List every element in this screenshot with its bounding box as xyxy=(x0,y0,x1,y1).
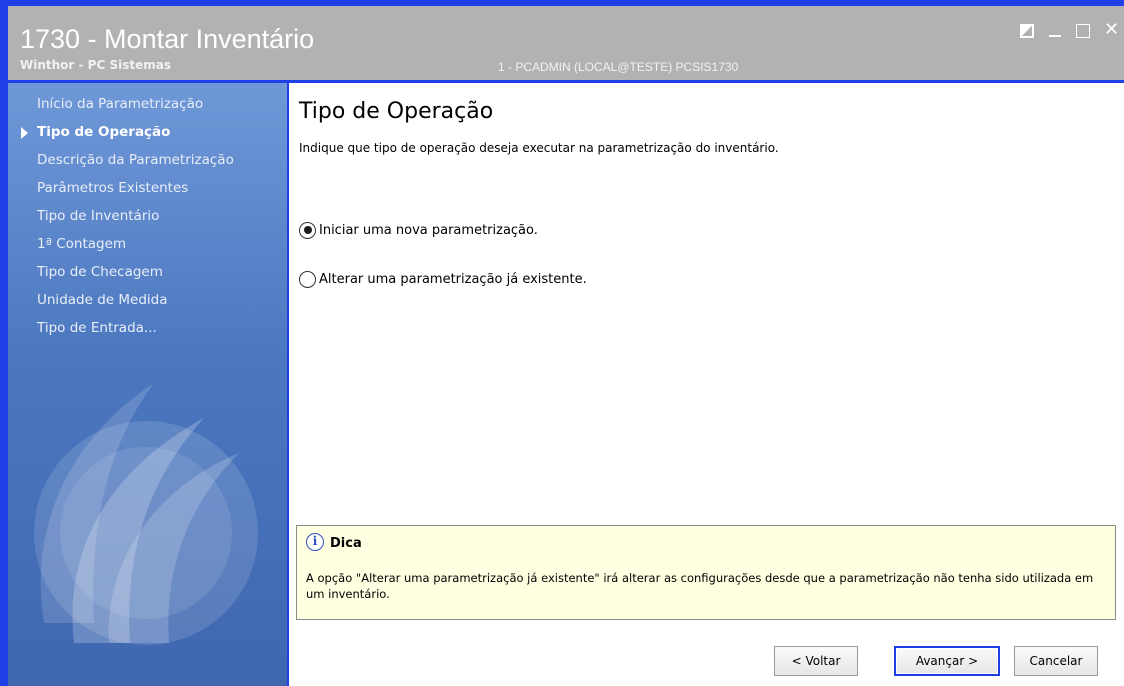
option-label: Alterar uma parametrização já existente. xyxy=(319,271,587,287)
window-subtitle: Winthor - PC Sistemas xyxy=(20,58,171,72)
minimize-icon[interactable] xyxy=(1048,24,1062,38)
wizard-content-panel: Tipo de Operação Indique que tipo de ope… xyxy=(289,83,1124,686)
radio-unselected-icon[interactable] xyxy=(299,270,316,288)
tip-box: i Dica A opção "Alterar uma parametrizaç… xyxy=(296,525,1116,620)
pc-sistemas-logo-watermark xyxy=(34,383,258,645)
step-label: 1ª Contagem xyxy=(37,236,127,252)
step-unidade-medida[interactable]: Unidade de Medida xyxy=(8,290,287,318)
restore-icon[interactable] xyxy=(1020,24,1034,38)
step-tipo-entrada[interactable]: Tipo de Entrada... xyxy=(8,318,287,346)
step-label: Descrição da Parametrização xyxy=(37,152,234,168)
step-label: Tipo de Checagem xyxy=(37,264,163,280)
back-button[interactable]: < Voltar xyxy=(774,646,858,676)
step-label: Tipo de Entrada... xyxy=(37,320,157,336)
next-button[interactable]: Avançar > xyxy=(894,646,1000,676)
step-label: Parâmetros Existentes xyxy=(37,180,189,196)
step-tipo-operacao[interactable]: Tipo de Operação xyxy=(8,122,287,150)
current-step-arrow-icon xyxy=(21,127,28,139)
user-session-info: 1 - PCADMIN (LOCAL@TESTE) PCSIS1730 xyxy=(498,60,739,74)
step-inicio-parametrizacao[interactable]: Início da Parametrização xyxy=(8,94,287,122)
step-descricao-parametrizacao[interactable]: Descrição da Parametrização xyxy=(8,150,287,178)
window-title: 1730 - Montar Inventário xyxy=(20,24,315,54)
close-icon[interactable]: ✕ xyxy=(1104,21,1119,39)
option-nova-parametrizacao[interactable]: Iniciar uma nova parametrização. xyxy=(299,220,538,240)
step-primeira-contagem[interactable]: 1ª Contagem xyxy=(8,234,287,262)
window-controls: ✕ xyxy=(1020,21,1119,39)
cancel-button[interactable]: Cancelar xyxy=(1014,646,1098,676)
step-label: Tipo de Operação xyxy=(37,124,171,140)
option-label: Iniciar uma nova parametrização. xyxy=(319,222,538,238)
step-label: Início da Parametrização xyxy=(37,96,204,112)
info-icon: i xyxy=(306,533,324,551)
title-bar[interactable]: 1730 - Montar Inventário Winthor - PC Si… xyxy=(8,6,1124,80)
page-description: Indique que tipo de operação deseja exec… xyxy=(299,141,779,155)
application-window: 1730 - Montar Inventário Winthor - PC Si… xyxy=(0,0,1124,686)
step-tipo-inventario[interactable]: Tipo de Inventário xyxy=(8,206,287,234)
step-tipo-checagem[interactable]: Tipo de Checagem xyxy=(8,262,287,290)
wizard-steps-list: Início da Parametrização Tipo de Operaçã… xyxy=(8,94,287,346)
step-label: Tipo de Inventário xyxy=(37,208,160,224)
tip-title: Dica xyxy=(330,536,362,551)
option-alterar-parametrizacao[interactable]: Alterar uma parametrização já existente. xyxy=(299,269,587,289)
tip-text: A opção "Alterar uma parametrização já e… xyxy=(306,571,1094,601)
maximize-icon[interactable] xyxy=(1076,24,1090,38)
wizard-steps-sidebar: Início da Parametrização Tipo de Operaçã… xyxy=(8,83,287,686)
step-parametros-existentes[interactable]: Parâmetros Existentes xyxy=(8,178,287,206)
step-label: Unidade de Medida xyxy=(37,292,168,308)
page-title: Tipo de Operação xyxy=(299,99,494,124)
radio-selected-icon[interactable] xyxy=(299,221,316,239)
